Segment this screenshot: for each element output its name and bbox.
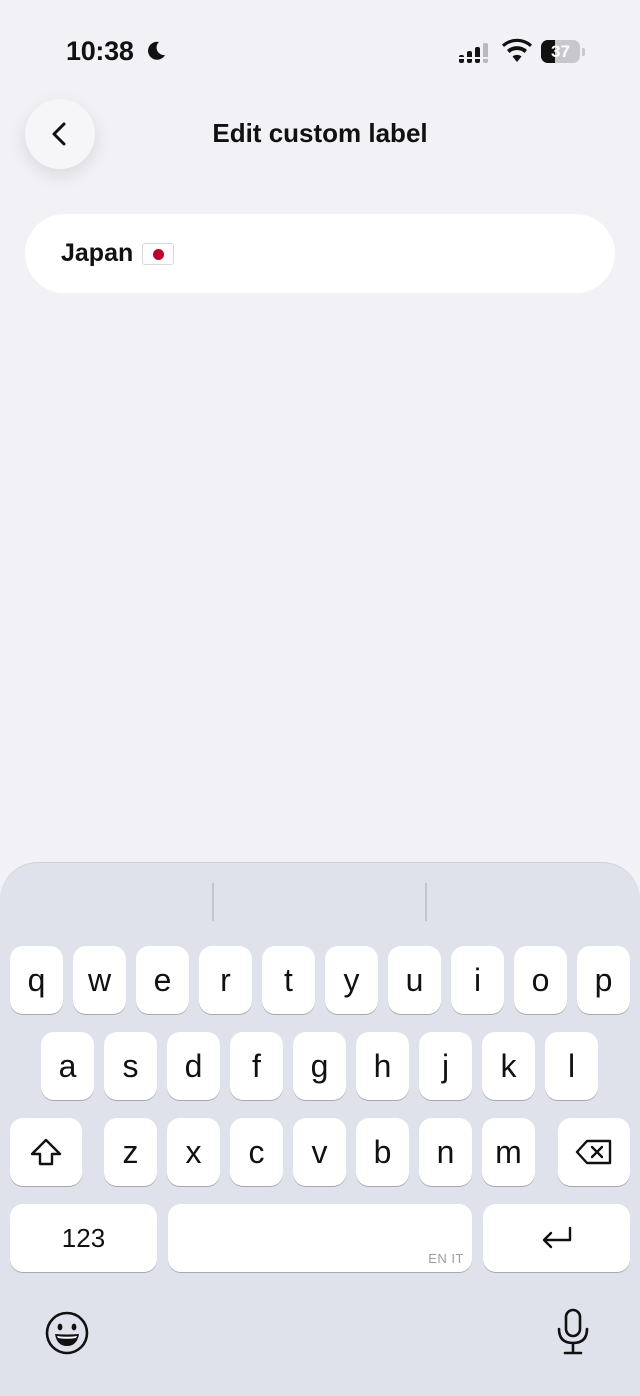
key-m[interactable]: m <box>482 1118 535 1186</box>
japan-flag-icon <box>142 242 175 265</box>
key-o[interactable]: o <box>514 946 567 1014</box>
key-a[interactable]: a <box>41 1032 94 1100</box>
key-e[interactable]: e <box>136 946 189 1014</box>
page-title: Edit custom label <box>212 118 428 148</box>
language-hint: EN IT <box>428 1251 464 1266</box>
key-g[interactable]: g <box>293 1032 346 1100</box>
key-u[interactable]: u <box>388 946 441 1014</box>
key-n[interactable]: n <box>419 1118 472 1186</box>
custom-label-input[interactable]: Japan <box>25 214 615 293</box>
key-p[interactable]: p <box>577 946 630 1014</box>
cellular-signal-icon <box>459 43 488 63</box>
key-l[interactable]: l <box>545 1032 598 1100</box>
suggestion-divider <box>212 883 214 921</box>
battery-indicator: 37 <box>541 40 585 63</box>
key-r[interactable]: r <box>199 946 252 1014</box>
key-y[interactable]: y <box>325 946 378 1014</box>
key-s[interactable]: s <box>104 1032 157 1100</box>
custom-label-value: Japan <box>61 239 134 267</box>
microphone-icon[interactable] <box>553 1307 593 1357</box>
key-c[interactable]: c <box>230 1118 283 1186</box>
key-j[interactable]: j <box>419 1032 472 1100</box>
suggestion-divider <box>425 883 427 921</box>
wifi-icon <box>502 38 532 62</box>
moon-icon <box>148 41 165 60</box>
key-h[interactable]: h <box>356 1032 409 1100</box>
key-v[interactable]: v <box>293 1118 346 1186</box>
key-k[interactable]: k <box>482 1032 535 1100</box>
battery-level: 37 <box>551 42 570 61</box>
return-icon <box>542 1226 571 1249</box>
return-key[interactable] <box>483 1204 630 1272</box>
key-t[interactable]: t <box>262 946 315 1014</box>
key-w[interactable]: w <box>73 946 126 1014</box>
space-key[interactable]: EN IT <box>168 1204 472 1272</box>
key-i[interactable]: i <box>451 946 504 1014</box>
key-d[interactable]: d <box>167 1032 220 1100</box>
key-z[interactable]: z <box>104 1118 157 1186</box>
key-b[interactable]: b <box>356 1118 409 1186</box>
shift-key[interactable] <box>10 1118 82 1186</box>
status-bar: 10:38 37 <box>0 0 640 100</box>
shift-icon <box>30 1138 62 1166</box>
emoji-icon[interactable] <box>44 1310 90 1356</box>
backspace-key[interactable] <box>558 1118 630 1186</box>
screen: 10:38 37 Edit custom label Japan q w e r… <box>0 0 640 1396</box>
key-x[interactable]: x <box>167 1118 220 1186</box>
keyboard: q w e r t y u i o p a s d f g h j k l z … <box>0 862 640 1396</box>
numbers-key[interactable]: 123 <box>10 1204 157 1272</box>
status-time: 10:38 <box>66 36 134 66</box>
key-f[interactable]: f <box>230 1032 283 1100</box>
key-q[interactable]: q <box>10 946 63 1014</box>
backspace-icon <box>575 1139 612 1165</box>
